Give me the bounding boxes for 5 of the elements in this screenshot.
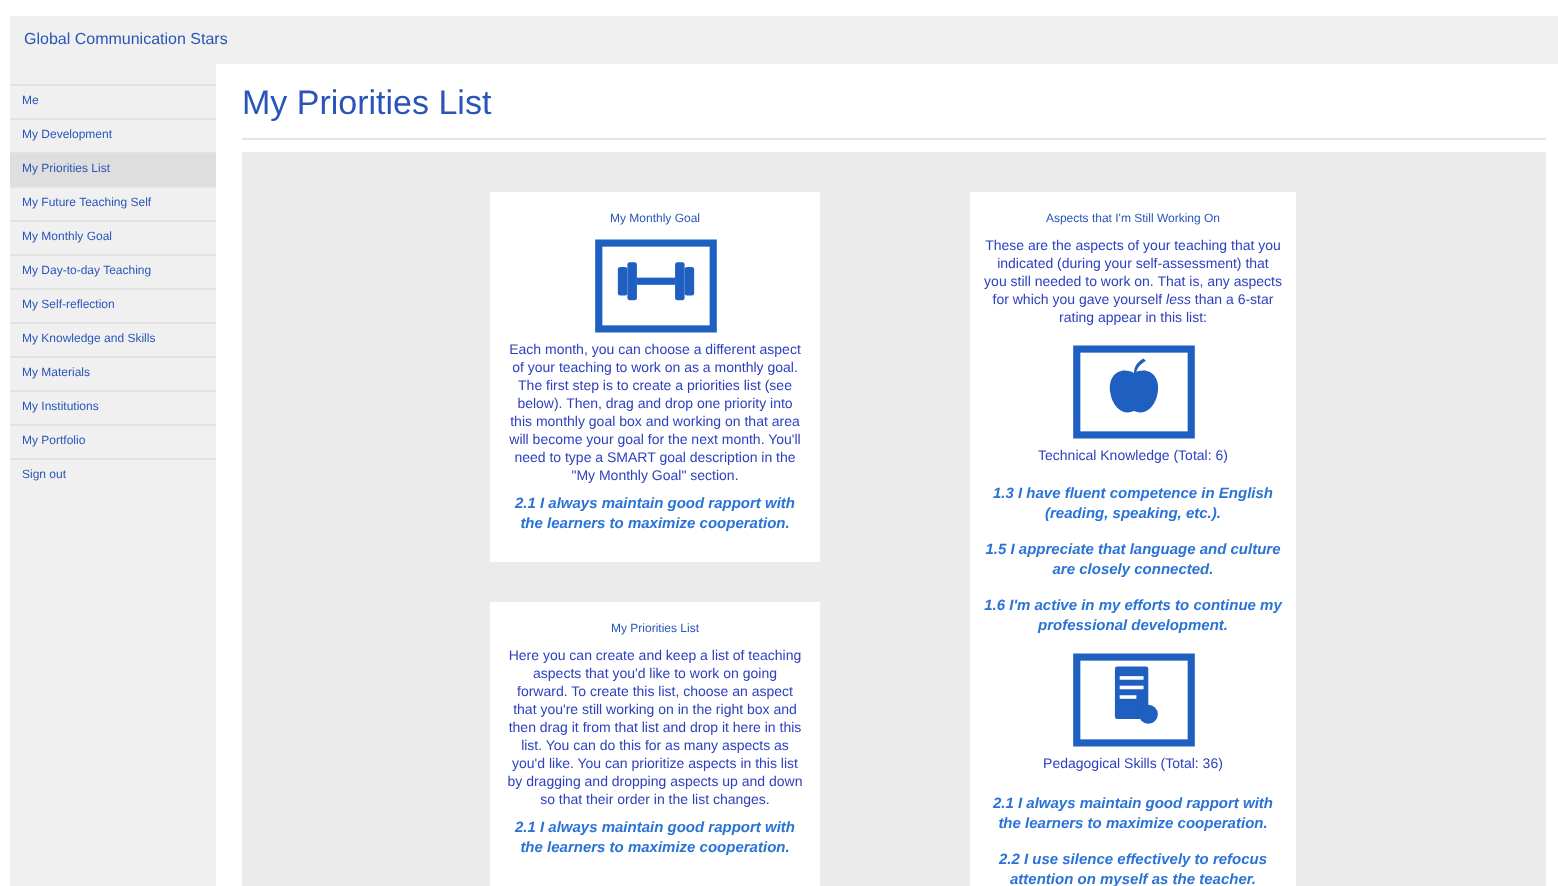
clipboard-icon — [1071, 652, 1195, 748]
dumbbell-icon — [593, 237, 717, 333]
apple-icon — [1071, 343, 1195, 439]
app-title[interactable]: Global Communication Stars — [24, 28, 228, 52]
page-title: My Priorities List — [242, 64, 1546, 139]
